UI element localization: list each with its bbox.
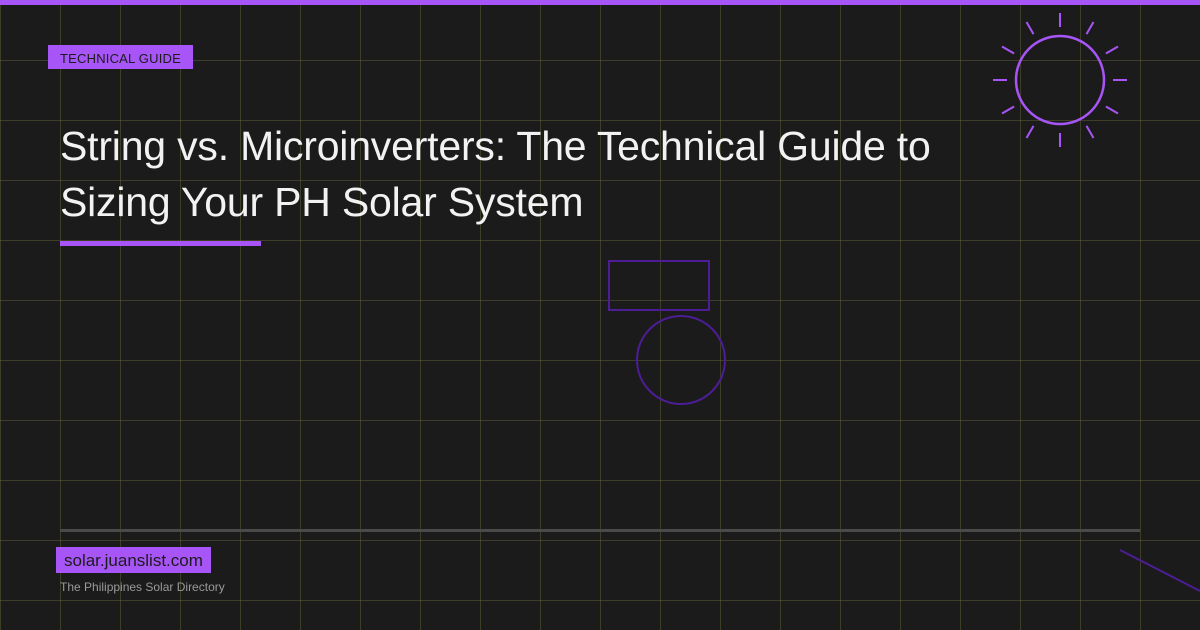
background-grid — [0, 0, 1200, 630]
page-title: String vs. Microinverters: The Technical… — [60, 118, 1020, 230]
site-url-badge[interactable]: solar.juanslist.com — [56, 547, 211, 573]
footer-divider — [60, 529, 1140, 532]
site-tagline: The Philippines Solar Directory — [60, 580, 225, 594]
title-line-1: String vs. Microinverters: The Technical… — [60, 123, 931, 169]
top-accent-bar — [0, 0, 1200, 5]
title-line-2: Sizing Your PH Solar System — [60, 179, 584, 225]
title-underline — [60, 241, 261, 246]
category-badge: TECHNICAL GUIDE — [48, 45, 193, 69]
